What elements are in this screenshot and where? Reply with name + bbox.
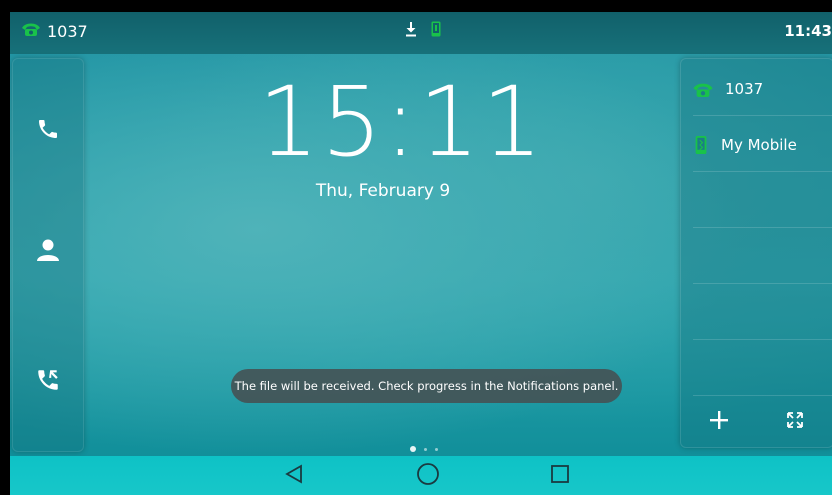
divider: [693, 283, 832, 284]
home-button[interactable]: [413, 462, 443, 490]
navigation-bar: [10, 456, 832, 495]
recents-button[interactable]: [545, 462, 575, 490]
home-date: Thu, February 9: [315, 181, 451, 201]
home-icon: [416, 462, 440, 490]
download-icon: [405, 21, 417, 41]
divider: [693, 339, 832, 340]
divider: [693, 115, 832, 116]
toast-message: The file will be received. Check progres…: [234, 379, 619, 393]
right-account-panel: 1037 My Mobile: [680, 58, 832, 448]
page-indicator: [410, 446, 438, 452]
account-item-mobile[interactable]: My Mobile: [681, 117, 832, 173]
mobile-phone-icon: [431, 21, 441, 41]
add-account-button[interactable]: [681, 397, 757, 447]
status-time: 11:43: [784, 22, 832, 40]
phone-button[interactable]: [31, 114, 65, 148]
recents-icon: [550, 464, 570, 488]
status-notifications: [405, 21, 441, 41]
add-icon: [709, 410, 729, 434]
mobile-phone-icon: [695, 134, 707, 156]
divider: [693, 171, 832, 172]
phone-handset-icon: [20, 21, 42, 41]
divider: [693, 395, 832, 396]
status-line-indicator: 1037: [20, 21, 88, 41]
account-item-line[interactable]: 1037: [681, 61, 832, 117]
status-bar: 1037 11:43: [10, 12, 832, 54]
account-label: My Mobile: [721, 136, 797, 154]
call-history-icon: [35, 367, 61, 397]
page-dot: [424, 447, 427, 451]
back-icon: [283, 463, 305, 489]
status-line-number: 1037: [47, 21, 88, 41]
contacts-button[interactable]: [31, 235, 65, 269]
contacts-icon: [35, 237, 61, 267]
page-dot-active: [410, 446, 416, 452]
left-quick-panel: [12, 58, 84, 452]
page-dot: [435, 447, 438, 451]
phone-screen: 1037 11:43 15:11 Thu, February 9 1037 My…: [0, 0, 832, 495]
back-button[interactable]: [279, 462, 309, 490]
account-label: 1037: [725, 80, 764, 98]
home-clock: 15:11: [258, 66, 545, 178]
panel-actions: [681, 397, 832, 447]
toast-notification: The file will be received. Check progres…: [231, 369, 622, 403]
call-history-button[interactable]: [31, 365, 65, 399]
phone-handset-icon: [691, 81, 715, 98]
fullscreen-button[interactable]: [757, 397, 832, 447]
phone-icon: [36, 117, 60, 145]
divider: [693, 227, 832, 228]
fullscreen-icon: [786, 411, 804, 433]
